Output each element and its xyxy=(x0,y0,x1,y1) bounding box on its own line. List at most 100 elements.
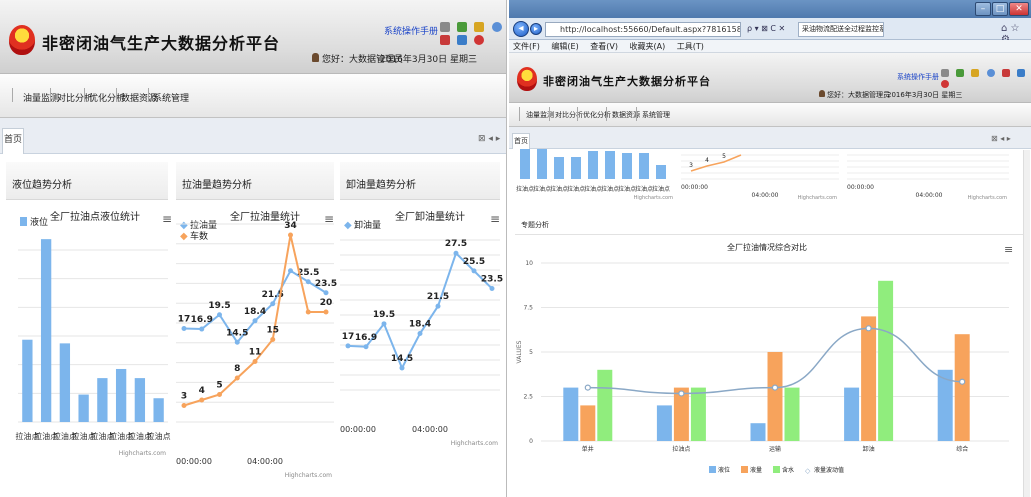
bar xyxy=(750,423,766,441)
chart-icon[interactable] xyxy=(956,69,965,77)
data-point xyxy=(678,390,685,397)
menu-tools[interactable]: 工具(T) xyxy=(677,42,704,51)
power-icon[interactable] xyxy=(941,80,949,88)
window-titlebar: – □ ✕ xyxy=(509,0,1031,18)
legend-symbol xyxy=(773,466,780,473)
manual-link[interactable]: 系统操作手册 xyxy=(384,24,438,37)
minimize-button[interactable]: – xyxy=(975,2,991,16)
chart-icon[interactable] xyxy=(457,22,468,32)
close-button[interactable]: ✕ xyxy=(1009,2,1029,16)
x-tick-label: 卸油 xyxy=(863,445,875,453)
menu-file[interactable]: 文件(F) xyxy=(513,42,540,51)
bar xyxy=(571,157,581,179)
menu-favorites[interactable]: 收藏夹(A) xyxy=(630,42,666,51)
bar xyxy=(639,153,649,179)
legend-label: 液量 xyxy=(750,466,762,474)
bar xyxy=(153,398,164,422)
x-tick-label: 04:00:00 xyxy=(916,192,943,199)
browser-window: – □ ✕ ◂ ▸ http://localhost:55660/Default… xyxy=(509,0,1031,497)
menu-view[interactable]: 查看(V) xyxy=(590,42,618,51)
settings-icon[interactable] xyxy=(491,22,502,32)
chart-title: 全厂拉油情况综合对比 xyxy=(727,242,807,252)
data-point xyxy=(381,321,387,327)
browser-tab[interactable]: 采油物流配送全过程监控系... xyxy=(798,22,884,37)
data-label: 14.5 xyxy=(226,328,248,338)
legend-label: 拉油量 xyxy=(190,219,217,231)
x-tick-label: 拉油点 xyxy=(635,185,653,193)
refresh-icon[interactable] xyxy=(1016,69,1025,77)
legend-symbol: ◆ xyxy=(180,231,188,242)
x-tick-label: 拉油点 xyxy=(533,185,551,193)
nav-item-system[interactable]: 系统管理 xyxy=(150,91,192,104)
data-point xyxy=(199,397,205,403)
tab-controls[interactable]: ⊠ ◂ ▸ xyxy=(991,134,1011,143)
user-icon[interactable] xyxy=(474,22,485,32)
bar xyxy=(40,239,52,422)
data-label: 21.5 xyxy=(427,292,449,302)
bar xyxy=(954,334,970,441)
credits: Highcharts.com xyxy=(798,195,837,201)
x-tick-label: 拉油点 xyxy=(567,185,585,193)
data-label: 18.4 xyxy=(409,320,431,330)
heart-icon[interactable] xyxy=(440,35,450,45)
data-point xyxy=(959,378,966,385)
data-point xyxy=(217,392,222,397)
legend-symbol xyxy=(741,466,748,473)
date-text: 2016年3月30日 星期三 xyxy=(887,91,963,99)
data-point xyxy=(323,290,329,296)
page-scrollbar[interactable] xyxy=(1023,150,1030,497)
date-text: 2016年3月30日 星期三 xyxy=(380,55,477,65)
legend-symbol: ◆ xyxy=(344,220,352,231)
legend-symbol xyxy=(20,217,27,226)
x-tick-label: 拉油点 xyxy=(618,185,636,193)
bar xyxy=(134,378,146,422)
data-point xyxy=(181,326,187,331)
settings-icon[interactable] xyxy=(986,69,995,77)
forward-button[interactable]: ▸ xyxy=(530,23,542,35)
nav-item-system[interactable]: 系统管理 xyxy=(639,110,673,120)
legend-label: 液量波动值 xyxy=(814,466,844,474)
bar xyxy=(588,151,598,179)
main-nav: 油量监测 对比分析 优化分析 数据资源 系统管理 xyxy=(0,74,506,118)
data-point xyxy=(199,326,205,332)
power-icon[interactable] xyxy=(474,35,485,45)
x-tick-label: 00:00:00 xyxy=(681,184,708,191)
menu-edit[interactable]: 编辑(E) xyxy=(551,42,578,51)
legend-symbol: ◇ xyxy=(805,467,811,475)
user-greeting: 您好：大数据管理员 xyxy=(819,90,890,100)
main-nav: 油量监测 对比分析 优化分析 数据资源 系统管理 xyxy=(509,103,1031,127)
y-tick-label: 5 xyxy=(529,349,533,356)
nav-item-data[interactable]: 数据资源 xyxy=(609,110,643,120)
tab-bar: 首页 ⊠ ◂ ▸ xyxy=(0,118,506,154)
data-label: 16.9 xyxy=(355,333,377,343)
address-controls[interactable]: ρ ▾ ⊠ C ✕ xyxy=(747,24,785,33)
data-point xyxy=(252,359,258,364)
y-axis-label: VALUES xyxy=(516,340,523,363)
menu-icon: ≡ xyxy=(1004,243,1013,256)
grid-icon[interactable] xyxy=(440,22,450,32)
credits: Highcharts.com xyxy=(285,472,332,479)
heart-icon[interactable] xyxy=(1001,69,1010,77)
tab-home[interactable]: 首页 xyxy=(512,133,530,149)
grid-icon[interactable] xyxy=(941,69,949,77)
toolbar-icons xyxy=(436,22,506,48)
bar xyxy=(767,352,783,441)
bar xyxy=(78,394,89,422)
maximize-button[interactable]: □ xyxy=(992,2,1008,16)
x-tick-label: 拉油点 xyxy=(652,185,670,193)
url-field[interactable]: http://localhost:55660/Default.aspx?7816… xyxy=(545,22,741,37)
bar xyxy=(580,405,596,441)
refresh-icon[interactable] xyxy=(457,35,468,45)
series-line xyxy=(690,154,742,172)
credits: Highcharts.com xyxy=(451,440,498,447)
x-tick-label: 拉油点 xyxy=(550,185,568,193)
bar xyxy=(622,153,632,179)
user-icon xyxy=(819,90,825,97)
data-point xyxy=(181,403,187,408)
tab-controls[interactable]: ⊠ ◂ ▸ xyxy=(478,134,500,144)
tab-home[interactable]: 首页 xyxy=(2,128,24,154)
manual-link[interactable]: 系统操作手册 xyxy=(897,72,939,82)
left-app-window: 非密闭油气生产大数据分析平台 系统操作手册 您好：大数据管理员 2016年3月3… xyxy=(0,0,507,497)
user-icon[interactable] xyxy=(971,69,980,77)
back-button[interactable]: ◂ xyxy=(513,21,529,37)
